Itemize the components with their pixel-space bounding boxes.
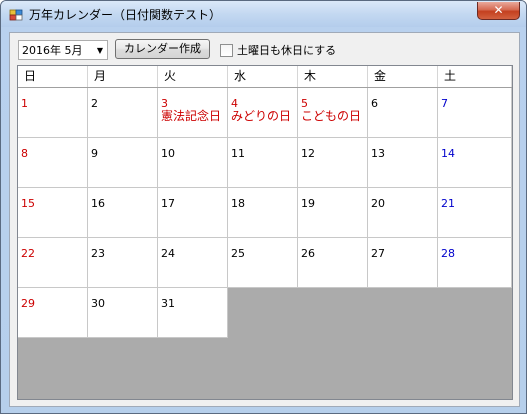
day-number: 6 — [371, 97, 378, 110]
day-number: 30 — [91, 297, 105, 310]
window-title: 万年カレンダー（日付関数テスト） — [29, 8, 222, 22]
day-number: 1 — [21, 97, 28, 110]
calendar-day-cell[interactable]: 5 こどもの日 — [298, 88, 368, 138]
day-number: 22 — [21, 247, 35, 260]
calendar-day-cell[interactable]: 17 — [158, 188, 228, 238]
holiday-name: 憲法記念日 — [161, 109, 222, 123]
day-number: 26 — [301, 247, 315, 260]
saturday-holiday-label[interactable]: 土曜日も休日にする — [237, 42, 336, 58]
saturday-holiday-checkbox[interactable] — [220, 43, 233, 57]
weekday-header-wed: 水 — [228, 66, 298, 87]
day-number: 7 — [441, 97, 448, 110]
calendar-day-cell[interactable]: 20 — [368, 188, 438, 238]
create-calendar-button[interactable]: カレンダー作成 — [115, 39, 210, 59]
calendar-day-cell[interactable]: 26 — [298, 238, 368, 288]
day-number: 11 — [231, 147, 245, 160]
calendar-day-cell[interactable]: 7 — [438, 88, 512, 138]
calendar-body: 1 2 3 憲法記念日 4 みどりの日 5 こどもの日 6 7 8 9 10 11 12 13 14 15 16 17… — [18, 88, 512, 338]
calendar-day-cell[interactable]: 18 — [228, 188, 298, 238]
day-number: 16 — [91, 197, 105, 210]
close-button[interactable]: ✕ — [477, 2, 520, 20]
weekday-header-sun: 日 — [18, 66, 88, 87]
calendar-day-cell[interactable]: 24 — [158, 238, 228, 288]
calendar-day-cell[interactable]: 29 — [18, 288, 88, 338]
app-window: 万年カレンダー（日付関数テスト） ✕ 2016年 5月 ▼ カレンダー作成 土曜… — [0, 0, 527, 414]
calendar-day-cell[interactable]: 11 — [228, 138, 298, 188]
weekday-header-mon: 月 — [88, 66, 158, 87]
calendar-day-cell[interactable]: 12 — [298, 138, 368, 188]
day-number: 31 — [161, 297, 175, 310]
weekday-header: 日月火水木金土 — [18, 66, 512, 88]
calendar-day-cell[interactable]: 28 — [438, 238, 512, 288]
calendar-day-cell[interactable]: 19 — [298, 188, 368, 238]
saturday-holiday-option[interactable]: 土曜日も休日にする — [220, 42, 336, 58]
holiday-name: みどりの日 — [231, 109, 292, 123]
calendar-day-cell[interactable]: 9 — [88, 138, 158, 188]
day-number: 19 — [301, 197, 315, 210]
weekday-header-tue: 火 — [158, 66, 228, 87]
calendar-day-cell[interactable]: 22 — [18, 238, 88, 288]
calendar-day-cell[interactable]: 23 — [88, 238, 158, 288]
day-number: 12 — [301, 147, 315, 160]
calendar-day-cell[interactable]: 27 — [368, 238, 438, 288]
day-number: 2 — [91, 97, 98, 110]
day-number: 17 — [161, 197, 175, 210]
weekday-header-thu: 木 — [298, 66, 368, 87]
day-number: 27 — [371, 247, 385, 260]
month-select-value: 2016年 5月 — [22, 44, 83, 57]
holiday-name: こどもの日 — [301, 109, 362, 123]
day-number: 9 — [91, 147, 98, 160]
calendar-day-cell[interactable]: 3 憲法記念日 — [158, 88, 228, 138]
day-number: 20 — [371, 197, 385, 210]
day-number: 29 — [21, 297, 35, 310]
client-area: 2016年 5月 ▼ カレンダー作成 土曜日も休日にする 日月火水木金土 123… — [9, 32, 520, 407]
day-number: 10 — [161, 147, 175, 160]
day-number: 8 — [21, 147, 28, 160]
title-bar[interactable]: 万年カレンダー（日付関数テスト） ✕ — [1, 1, 526, 27]
calendar-day-cell[interactable]: 4 みどりの日 — [228, 88, 298, 138]
day-number: 21 — [441, 197, 455, 210]
day-number: 15 — [21, 197, 35, 210]
calendar-day-cell[interactable]: 21 — [438, 188, 512, 238]
calendar-day-cell[interactable]: 10 — [158, 138, 228, 188]
day-number: 24 — [161, 247, 175, 260]
chevron-down-icon[interactable]: ▼ — [93, 41, 107, 59]
calendar-day-cell[interactable]: 1 — [18, 88, 88, 138]
calendar-day-cell[interactable]: 16 — [88, 188, 158, 238]
calendar-day-cell[interactable]: 15 — [18, 188, 88, 238]
weekday-header-fri: 金 — [368, 66, 438, 87]
day-number: 14 — [441, 147, 455, 160]
day-number: 25 — [231, 247, 245, 260]
day-number: 18 — [231, 197, 245, 210]
calendar-day-cell[interactable]: 31 — [158, 288, 228, 338]
day-number: 23 — [91, 247, 105, 260]
day-number: 28 — [441, 247, 455, 260]
month-select[interactable]: 2016年 5月 ▼ — [18, 40, 108, 60]
calendar-day-cell[interactable]: 25 — [228, 238, 298, 288]
calendar-grid: 日月火水木金土 1 2 3 憲法記念日 4 みどりの日 5 こどもの日 6 7 8 9 10 11 12 13… — [17, 65, 513, 400]
calendar-app-icon — [9, 9, 23, 21]
close-icon: ✕ — [493, 3, 504, 17]
calendar-day-cell[interactable]: 13 — [368, 138, 438, 188]
calendar-day-cell[interactable]: 2 — [88, 88, 158, 138]
calendar-day-cell[interactable]: 30 — [88, 288, 158, 338]
day-number: 13 — [371, 147, 385, 160]
calendar-day-cell[interactable]: 14 — [438, 138, 512, 188]
weekday-header-sat: 土 — [438, 66, 512, 87]
calendar-day-cell[interactable]: 6 — [368, 88, 438, 138]
calendar-day-cell[interactable]: 8 — [18, 138, 88, 188]
